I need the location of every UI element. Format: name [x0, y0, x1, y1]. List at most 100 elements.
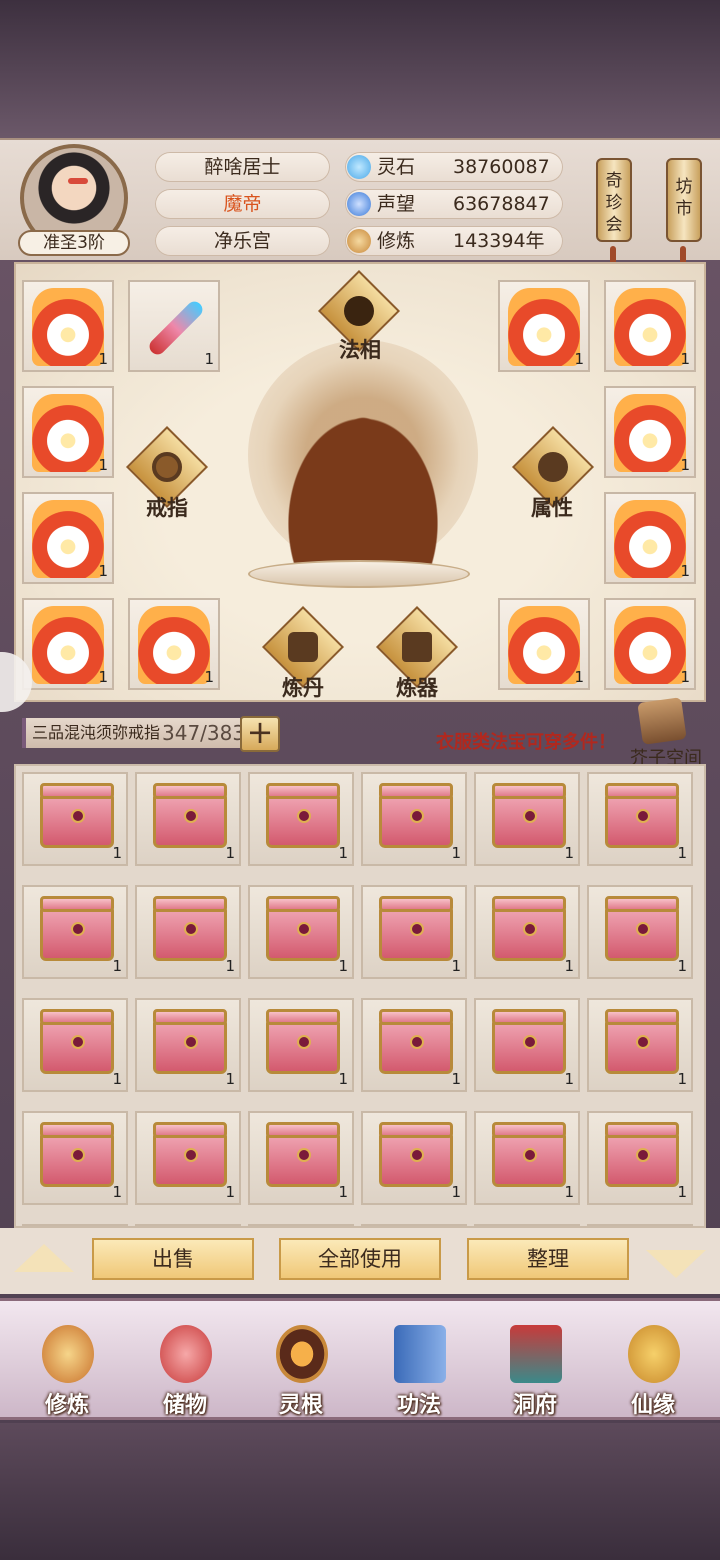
- item-count: 1: [677, 1070, 687, 1088]
- equip-slot[interactable]: 1: [498, 598, 590, 690]
- item-count: 1: [225, 1183, 235, 1201]
- chest-lid: [40, 896, 114, 912]
- chest-lid: [605, 896, 679, 912]
- stat-cultivation: 修炼 143394年: [345, 226, 563, 256]
- inventory-slot[interactable]: 1: [22, 998, 128, 1092]
- item-count: 1: [680, 350, 690, 368]
- equip-slot[interactable]: 1: [128, 280, 220, 372]
- chest-lid: [379, 783, 453, 799]
- ring-name: 三品混沌须弥戒指: [32, 723, 161, 742]
- inventory-slot[interactable]: 1: [361, 1111, 467, 1205]
- equip-slot[interactable]: 1: [604, 598, 696, 690]
- robe-icon: [508, 606, 580, 684]
- nav-storage[interactable]: 储物: [140, 1325, 230, 1418]
- nav-spirit-root[interactable]: 灵根: [256, 1325, 346, 1418]
- robe-icon: [614, 288, 686, 366]
- inventory-slot[interactable]: 1: [474, 772, 580, 866]
- equip-slot[interactable]: 1: [128, 598, 220, 690]
- player-title: 魔帝: [155, 189, 330, 219]
- inventory-slot[interactable]: 1: [135, 1111, 241, 1205]
- chest-lid: [153, 783, 227, 799]
- robe-icon: [614, 606, 686, 684]
- player-sect: 净乐宫: [155, 226, 330, 256]
- inventory-slot[interactable]: 1: [135, 772, 241, 866]
- robe-icon: [32, 500, 104, 578]
- inventory-grid: 1 1 1 1 1 1 1 1 1 1 1 1 1 1 1 1 1 1 1 1 1 1 1 1: [14, 764, 706, 1228]
- nav-label: 仙缘: [630, 1393, 675, 1418]
- chest-lid: [605, 783, 679, 799]
- item-count: 1: [574, 668, 584, 686]
- equip-slot[interactable]: 1: [604, 280, 696, 372]
- pouch-icon: [160, 1325, 212, 1383]
- treasure-chest-icon: [153, 1122, 227, 1187]
- inventory-slot[interactable]: 1: [22, 885, 128, 979]
- treasure-auction-button[interactable]: 奇珍会: [596, 158, 632, 242]
- gourd-icon: [628, 1325, 680, 1383]
- scroll-down-arrow-icon[interactable]: [646, 1250, 706, 1278]
- use-all-button[interactable]: 全部使用: [279, 1238, 441, 1280]
- nav-label: 洞府: [512, 1393, 557, 1418]
- chest-gem: [297, 1148, 311, 1162]
- inventory-slot[interactable]: 1: [22, 1111, 128, 1205]
- inventory-slot[interactable]: 1: [248, 1111, 354, 1205]
- nav-cave[interactable]: 洞府: [490, 1325, 580, 1418]
- item-count: 1: [98, 456, 108, 474]
- inventory-slot[interactable]: 1: [474, 1111, 580, 1205]
- item-count: 1: [225, 844, 235, 862]
- inventory-slot[interactable]: 1: [248, 998, 354, 1092]
- treasure-chest-icon: [492, 1009, 566, 1074]
- item-count: 1: [680, 456, 690, 474]
- inventory-slot[interactable]: 1: [474, 885, 580, 979]
- inventory-slot[interactable]: 1: [587, 885, 693, 979]
- stat-value: 38760087: [453, 156, 550, 178]
- attribute-icon: [538, 452, 568, 482]
- treasure-chest-icon: [379, 896, 453, 961]
- scroll-up-arrow-icon[interactable]: [14, 1244, 74, 1272]
- inventory-slot[interactable]: 1: [587, 1111, 693, 1205]
- equip-slot[interactable]: 1: [22, 598, 114, 690]
- treasure-chest-icon: [266, 783, 340, 848]
- mustard-space-icon[interactable]: [637, 697, 687, 745]
- item-count: 1: [338, 844, 348, 862]
- equip-slot[interactable]: 1: [604, 386, 696, 478]
- inventory-slot[interactable]: 1: [361, 998, 467, 1092]
- inventory-slot[interactable]: 1: [248, 885, 354, 979]
- equip-slot[interactable]: 1: [22, 386, 114, 478]
- inventory-slot[interactable]: 1: [474, 998, 580, 1092]
- market-button[interactable]: 坊市: [666, 158, 702, 242]
- treasure-chest-icon: [605, 896, 679, 961]
- robe-icon: [614, 500, 686, 578]
- attribute-label: 属性: [531, 496, 573, 520]
- nav-fate[interactable]: 仙缘: [608, 1325, 698, 1418]
- nav-techniques[interactable]: 功法: [374, 1325, 464, 1418]
- chest-gem: [523, 1148, 537, 1162]
- meditation-icon: [344, 296, 374, 326]
- inventory-slot[interactable]: 1: [22, 772, 128, 866]
- inventory-slot[interactable]: 1: [248, 772, 354, 866]
- stat-value: 63678847: [453, 193, 550, 215]
- stat-spirit-stone: 灵石 38760087: [345, 152, 563, 182]
- equip-slot[interactable]: 1: [22, 492, 114, 584]
- inventory-slot[interactable]: 1: [361, 772, 467, 866]
- expand-capacity-button[interactable]: +: [240, 716, 280, 752]
- chest-gem: [71, 922, 85, 936]
- inventory-slot[interactable]: 1: [587, 998, 693, 1092]
- chest-gem: [297, 922, 311, 936]
- equip-slot[interactable]: 1: [498, 280, 590, 372]
- book-icon: [394, 1325, 446, 1383]
- inventory-slot[interactable]: 1: [361, 885, 467, 979]
- item-count: 1: [98, 350, 108, 368]
- inventory-slot[interactable]: 1: [587, 772, 693, 866]
- item-count: 1: [338, 1183, 348, 1201]
- equip-slot[interactable]: 1: [604, 492, 696, 584]
- sort-button[interactable]: 整理: [467, 1238, 629, 1280]
- equip-slot[interactable]: 1: [22, 280, 114, 372]
- chest-lid: [492, 896, 566, 912]
- bottom-banner: [0, 1423, 720, 1560]
- item-count: 1: [564, 1070, 574, 1088]
- inventory-slot[interactable]: 1: [135, 998, 241, 1092]
- inventory-slot[interactable]: 1: [135, 885, 241, 979]
- sell-button[interactable]: 出售: [92, 1238, 254, 1280]
- treasure-chest-icon: [40, 896, 114, 961]
- nav-cultivate[interactable]: 修炼: [22, 1325, 112, 1418]
